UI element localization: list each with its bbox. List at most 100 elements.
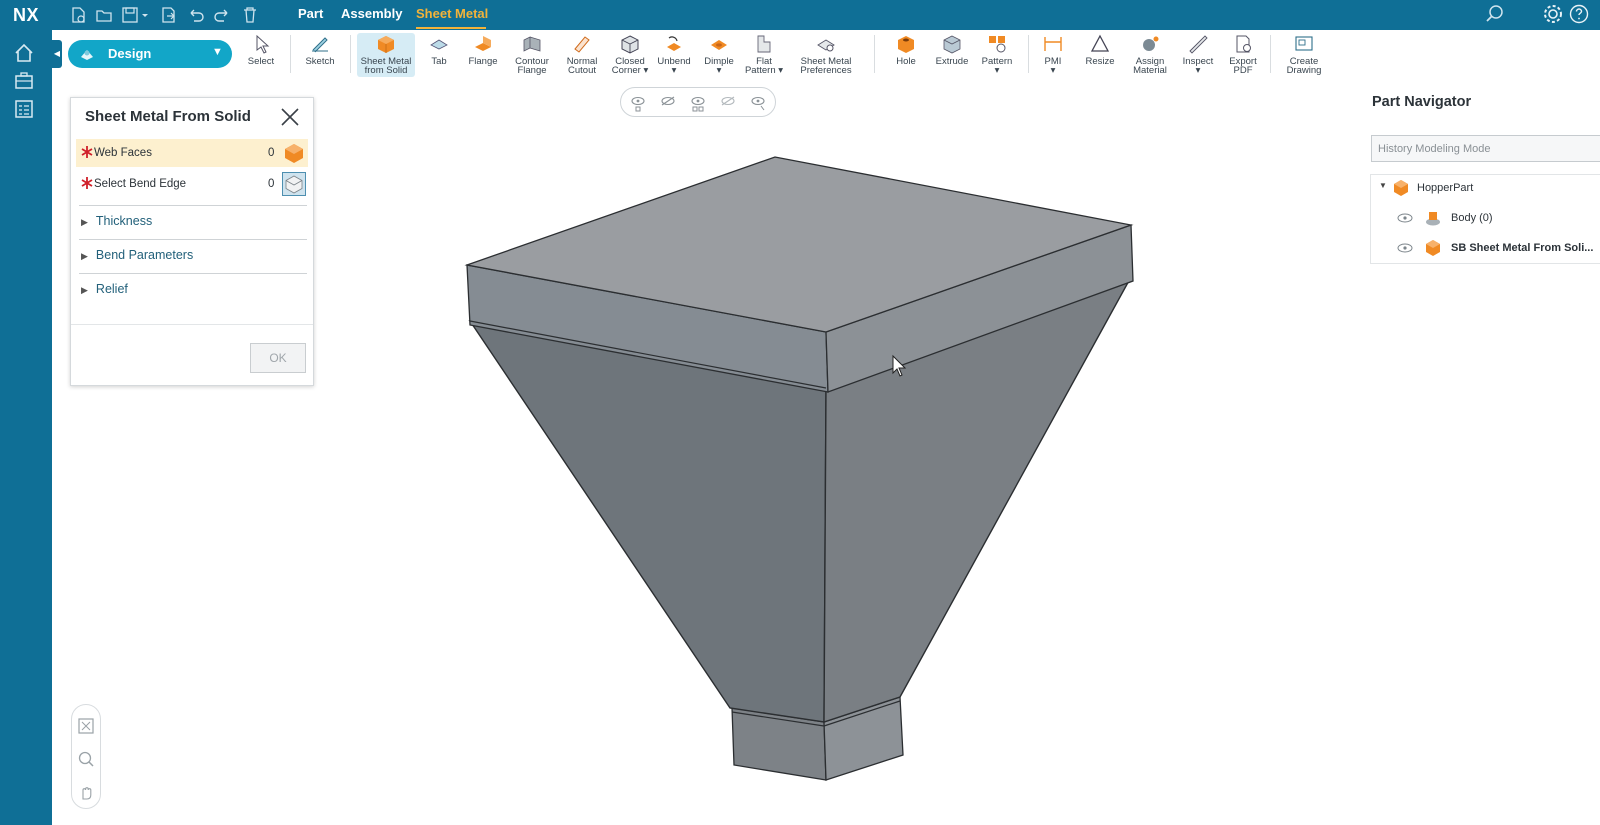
sheet-metal-preferences-button[interactable]: Sheet Metal Preferences — [796, 33, 856, 77]
zoom-icon[interactable] — [77, 750, 95, 768]
tab-feature-icon — [430, 39, 448, 50]
resize-label: Resize — [1085, 56, 1115, 67]
home-icon[interactable] — [13, 42, 35, 64]
tab-sheet-metal[interactable]: Sheet Metal — [416, 0, 488, 30]
select-button[interactable]: Select — [246, 33, 276, 77]
pan-icon[interactable] — [77, 783, 95, 801]
save-dropdown-icon[interactable] — [140, 5, 150, 25]
relief-label: Relief — [95, 282, 128, 296]
hole-label: Hole — [896, 56, 916, 67]
part-navigator-title: Part Navigator — [1372, 94, 1472, 110]
expand-triangle-icon: ▶ — [81, 217, 88, 227]
extrude-button[interactable]: Extrude — [934, 33, 970, 77]
show-only-icon[interactable] — [687, 93, 709, 113]
nx-window: NX Part Assembly Sheet Metal ◀ Design ▼ … — [0, 0, 1600, 825]
tab-part[interactable]: Part — [298, 0, 323, 30]
collapse-triangle-icon[interactable]: ▼ — [1379, 181, 1387, 190]
dimple-button[interactable]: Dimple ▾ — [702, 33, 736, 77]
contour-flange-label-2: Flange — [517, 65, 547, 76]
extrude-label: Extrude — [935, 56, 969, 67]
unbend-dropdown-icon[interactable]: ▾ — [656, 66, 692, 76]
contour-flange-button[interactable]: Contour Flange — [512, 33, 552, 77]
resize-button[interactable]: Resize — [1082, 33, 1118, 77]
visibility-eye-icon[interactable] — [1397, 212, 1413, 224]
thickness-label: Thickness — [95, 214, 153, 228]
tab-button[interactable]: Tab — [424, 33, 454, 77]
settings-icon[interactable] — [1542, 3, 1564, 25]
export-icon[interactable] — [158, 5, 178, 25]
close-icon — [281, 108, 299, 126]
sheet-metal-from-solid-button[interactable]: Sheet Metal from Solid — [357, 33, 415, 77]
modeling-mode-field[interactable]: History Modeling Mode — [1371, 135, 1600, 162]
tab-assembly[interactable]: Assembly — [341, 0, 402, 30]
app-logo: NX — [12, 5, 39, 25]
sketch-icon — [312, 37, 328, 53]
mode-selector-dropdown[interactable]: Design ▼ — [68, 40, 232, 68]
extrude-icon — [943, 35, 961, 54]
search-icon[interactable] — [1484, 3, 1506, 25]
inspect-button[interactable]: Inspect ▾ — [1180, 33, 1216, 77]
export-pdf-button[interactable]: Export PDF — [1226, 33, 1260, 77]
thickness-section-header[interactable]: ▶ Thickness — [81, 214, 152, 228]
create-drawing-button[interactable]: Create Drawing — [1284, 33, 1324, 77]
flat-pattern-button[interactable]: Flat Pattern ▾ — [744, 33, 784, 77]
tree-node-label: HopperPart — [1417, 182, 1474, 194]
dimple-icon — [711, 40, 727, 50]
closed-corner-button[interactable]: Closed Corner ▾ — [608, 33, 652, 77]
save-icon[interactable] — [120, 5, 140, 25]
web-faces-selection-row[interactable]: Web Faces 0 — [76, 139, 308, 167]
select-face-icon[interactable] — [282, 141, 306, 165]
dialog-footer-divider — [71, 324, 313, 325]
design-mode-icon — [81, 50, 93, 60]
close-button[interactable] — [279, 106, 301, 128]
ribbon-separator — [1270, 35, 1271, 73]
pmi-dropdown-icon[interactable]: ▾ — [1040, 66, 1066, 76]
ok-button[interactable]: OK — [250, 343, 306, 373]
delete-icon[interactable] — [240, 5, 260, 25]
part-tree: ▼ HopperPart Body (0) SB Sheet Metal Fro… — [1370, 174, 1600, 264]
hide-all-icon[interactable] — [717, 93, 739, 113]
pmi-button[interactable]: PMI ▾ — [1040, 33, 1066, 77]
flange-button[interactable]: Flange — [466, 33, 500, 77]
open-file-icon[interactable] — [94, 5, 114, 25]
inspect-dropdown-icon[interactable]: ▾ — [1180, 66, 1216, 76]
left-rail — [0, 30, 52, 825]
undo-icon[interactable] — [186, 5, 206, 25]
hopper-part-model[interactable] — [464, 156, 1134, 781]
normal-cutout-button[interactable]: Normal Cutout — [562, 33, 602, 77]
bend-parameters-section-header[interactable]: ▶ Bend Parameters — [81, 248, 193, 262]
ribbon-collapse-button[interactable]: ◀ — [52, 40, 62, 68]
tree-node-body[interactable]: Body (0) — [1375, 207, 1600, 229]
part-navigator-icon[interactable] — [13, 98, 35, 120]
bend-edge-selection-row[interactable]: Select Bend Edge 0 — [76, 170, 308, 198]
dialog-divider — [79, 239, 307, 240]
bend-edge-label: Select Bend Edge — [94, 178, 187, 190]
fit-view-icon[interactable] — [77, 717, 95, 735]
assign-material-button[interactable]: Assign Material — [1128, 33, 1172, 77]
relief-section-header[interactable]: ▶ Relief — [81, 282, 128, 296]
unbend-button[interactable]: Unbend ▾ — [656, 33, 692, 77]
flat-pattern-icon — [757, 35, 771, 53]
contour-flange-icon — [523, 36, 541, 52]
visibility-eye-icon[interactable] — [1397, 242, 1413, 254]
new-file-icon[interactable] — [68, 5, 88, 25]
roles-icon[interactable] — [13, 70, 35, 92]
select-edge-icon[interactable] — [282, 172, 306, 196]
sketch-button[interactable]: Sketch — [302, 33, 338, 77]
pattern-dropdown-icon[interactable]: ▾ — [980, 66, 1014, 76]
normal-cutout-label-2: Cutout — [568, 65, 596, 76]
tree-node-feature[interactable]: SB Sheet Metal From Soli... — [1375, 237, 1600, 259]
redo-icon[interactable] — [212, 5, 232, 25]
hole-button[interactable]: Hole — [890, 33, 922, 77]
cursor-icon — [256, 34, 270, 54]
part-icon — [1394, 180, 1408, 196]
hide-icon[interactable] — [657, 93, 679, 113]
help-icon[interactable] — [1568, 3, 1590, 25]
sheet-metal-preferences-label-2: Preferences — [800, 65, 852, 76]
show-icon[interactable] — [627, 93, 649, 113]
tree-node-label: Body (0) — [1451, 212, 1493, 224]
show-hide-icon[interactable] — [747, 93, 769, 113]
tree-node-root[interactable]: ▼ HopperPart — [1375, 177, 1600, 199]
dimple-dropdown-icon[interactable]: ▾ — [702, 66, 736, 76]
pattern-button[interactable]: Pattern ▾ — [980, 33, 1014, 77]
